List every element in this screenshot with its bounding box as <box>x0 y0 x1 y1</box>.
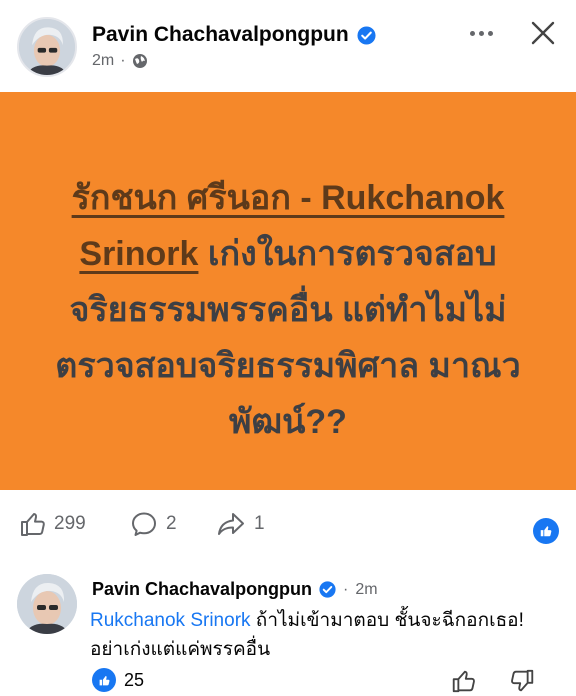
post-meta: 2m · <box>92 52 148 70</box>
image-text-line-3: จริยธรรมพรรคอื่น แต่ทำไมไม่ <box>69 291 507 329</box>
like-count: 299 <box>54 513 86 534</box>
like-button[interactable]: 299 <box>18 510 86 538</box>
post-header: Pavin Chachavalpongpun 2m · <box>0 0 576 92</box>
verified-badge-icon <box>319 581 336 598</box>
comment-reactions[interactable]: 25 <box>92 668 144 692</box>
post-image[interactable]: รักชนก ศรีนอก - Rukchanok Srinork เก่งใน… <box>0 92 576 490</box>
image-text-mention-2: Srinork <box>79 235 199 273</box>
meta-separator: · <box>120 52 126 69</box>
close-icon[interactable] <box>529 19 557 47</box>
comment-reaction-count: 25 <box>124 669 145 690</box>
comment-like-button[interactable] <box>450 668 476 696</box>
globe-icon <box>132 53 148 69</box>
thumbs-up-icon <box>21 513 45 536</box>
thumbs-down-icon <box>511 669 534 692</box>
comment-author-name[interactable]: Pavin Chachavalpongpun <box>92 579 312 600</box>
share-count: 1 <box>254 513 265 534</box>
image-text-line-2-rest: เก่งในการตรวจสอบ <box>198 235 497 273</box>
post-image-text: รักชนก ศรีนอก - Rukchanok Srinork เก่งใน… <box>30 170 546 450</box>
image-text-line-1: รักชนก ศรีนอก - Rukchanok <box>30 170 546 226</box>
author-avatar[interactable] <box>17 17 77 77</box>
comment-separator: · <box>343 580 349 598</box>
post-author[interactable]: Pavin Chachavalpongpun <box>92 23 376 47</box>
image-text-line-5: พัฒน์?? <box>229 403 347 441</box>
comment-button[interactable]: 2 <box>130 510 177 538</box>
more-options-icon[interactable] <box>466 20 496 46</box>
image-text-line-4: ตรวจสอบจริยธรรมพิศาล มาณว <box>55 347 521 385</box>
comment-time[interactable]: 2m <box>355 581 377 599</box>
comment-bubble-icon <box>132 512 156 536</box>
reaction-like-icon[interactable] <box>533 518 559 544</box>
thumbs-up-icon <box>452 670 475 693</box>
commenter-avatar[interactable] <box>17 574 77 634</box>
comment-dislike-button[interactable] <box>510 668 536 696</box>
post-time[interactable]: 2m <box>92 52 114 70</box>
share-arrow-icon <box>218 513 244 535</box>
share-button[interactable]: 1 <box>216 510 265 538</box>
comment-mention-link[interactable]: Rukchanok Srinork <box>90 610 251 631</box>
thumbs-up-icon <box>92 668 116 692</box>
verified-badge-icon <box>357 25 376 45</box>
comment-text: Rukchanok Srinork ถ้าไม่เข้ามาตอบ ชั้นจะ… <box>90 606 550 664</box>
post-action-bar: 299 2 1 <box>0 500 576 550</box>
post-author-name[interactable]: Pavin Chachavalpongpun <box>92 23 349 47</box>
image-text-mention-1: รักชนก ศรีนอก - Rukchanok <box>71 179 505 217</box>
image-text-line-2: Srinork เก่งในการตรวจสอบ <box>30 226 546 282</box>
comment-author[interactable]: Pavin Chachavalpongpun · 2m <box>92 579 378 600</box>
comment-count: 2 <box>166 513 177 534</box>
